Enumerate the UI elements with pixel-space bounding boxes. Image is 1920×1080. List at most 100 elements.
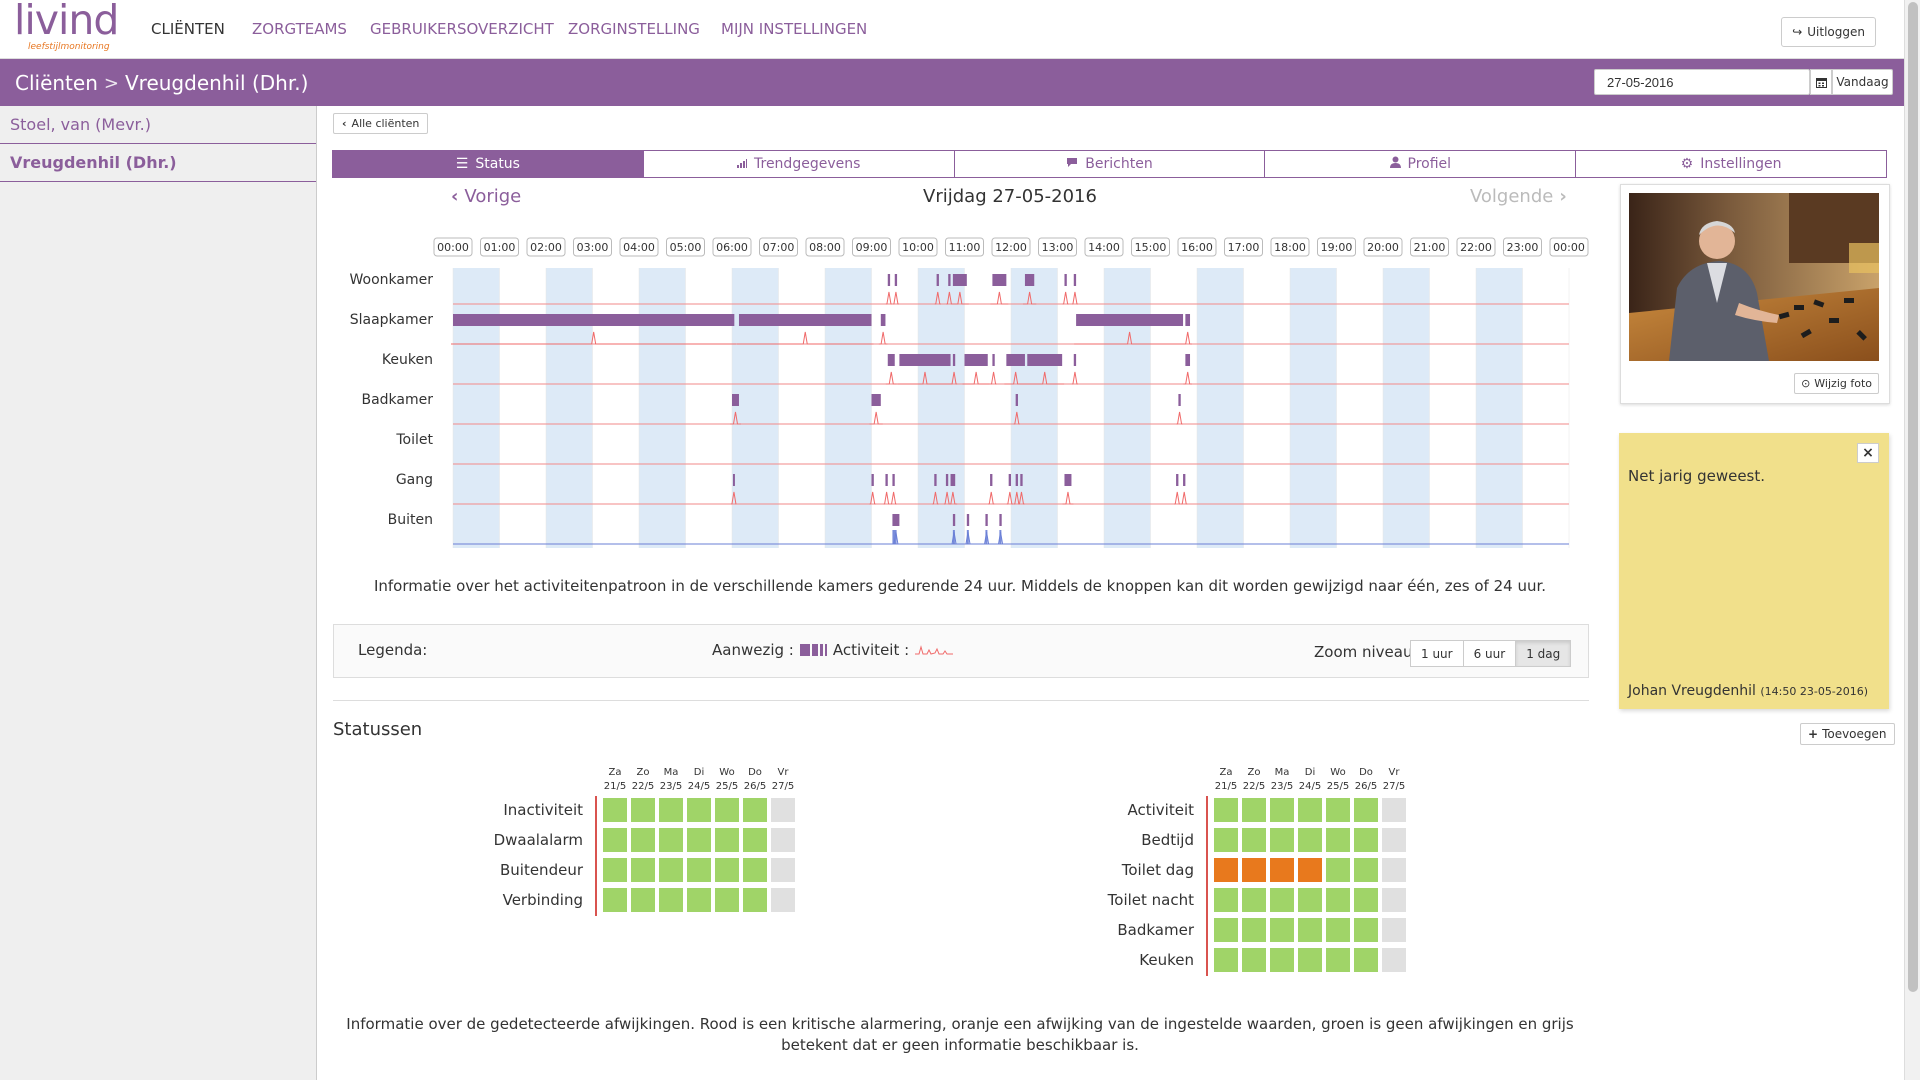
status-cell[interactable]: [715, 888, 739, 912]
status-cell[interactable]: [1214, 918, 1238, 942]
status-cell[interactable]: [687, 798, 711, 822]
next-day-link[interactable]: Volgende ›: [1470, 186, 1567, 207]
status-cell[interactable]: [659, 858, 683, 882]
nav-gebruikersoverzicht[interactable]: GEBRUIKERSOVERZICHT: [370, 20, 554, 38]
status-cell[interactable]: [1354, 858, 1378, 882]
status-cell[interactable]: [1326, 858, 1350, 882]
calendar-icon[interactable]: [1810, 69, 1832, 95]
zoom-1-uur-button[interactable]: 1 uur: [1410, 640, 1464, 667]
status-cell[interactable]: [1298, 828, 1322, 852]
status-cell[interactable]: [1382, 858, 1406, 882]
status-cell[interactable]: [771, 798, 795, 822]
status-cell[interactable]: [743, 798, 767, 822]
tab-berichten[interactable]: Berichten: [953, 150, 1266, 178]
status-cell[interactable]: [1354, 828, 1378, 852]
status-cell[interactable]: [743, 888, 767, 912]
status-cell[interactable]: [1214, 828, 1238, 852]
status-cell[interactable]: [1298, 918, 1322, 942]
status-cell[interactable]: [1354, 918, 1378, 942]
status-cell[interactable]: [1382, 948, 1406, 972]
status-cell[interactable]: [603, 828, 627, 852]
status-cell[interactable]: [631, 888, 655, 912]
status-cell[interactable]: [659, 798, 683, 822]
zoom-6-uur-button[interactable]: 6 uur: [1462, 640, 1517, 667]
status-cell[interactable]: [1242, 888, 1266, 912]
status-cell[interactable]: [743, 858, 767, 882]
sidebar-item-stoel[interactable]: Stoel, van (Mevr.): [0, 106, 316, 144]
status-cell[interactable]: [743, 828, 767, 852]
status-cell[interactable]: [1354, 948, 1378, 972]
status-cell[interactable]: [1326, 798, 1350, 822]
status-cell[interactable]: [1270, 828, 1294, 852]
nav-mijn-instellingen[interactable]: MIJN INSTELLINGEN: [721, 20, 867, 38]
status-cell[interactable]: [1326, 888, 1350, 912]
tab-instellingen[interactable]: ⚙ Instellingen: [1575, 150, 1887, 178]
status-cell[interactable]: [1382, 888, 1406, 912]
status-cell[interactable]: [631, 828, 655, 852]
tab-profiel[interactable]: Profiel: [1264, 150, 1577, 178]
sidebar-item-vreugdenhil[interactable]: Vreugdenhil (Dhr.): [0, 144, 316, 182]
status-cell[interactable]: [771, 858, 795, 882]
status-cell[interactable]: [603, 888, 627, 912]
status-cell[interactable]: [1242, 948, 1266, 972]
status-cell[interactable]: [1270, 858, 1294, 882]
status-cell[interactable]: [687, 888, 711, 912]
status-cell[interactable]: [603, 798, 627, 822]
status-cell[interactable]: [1214, 888, 1238, 912]
all-clients-button[interactable]: ‹ Alle cliënten: [333, 113, 429, 134]
edit-photo-button[interactable]: ⊙ Wijzig foto: [1794, 373, 1879, 394]
status-cell[interactable]: [1298, 858, 1322, 882]
status-cell[interactable]: [1382, 918, 1406, 942]
status-cell[interactable]: [1326, 828, 1350, 852]
status-cell[interactable]: [631, 798, 655, 822]
tab-status[interactable]: ☰ Status: [332, 150, 644, 178]
status-cell[interactable]: [1242, 858, 1266, 882]
status-cell[interactable]: [771, 828, 795, 852]
tab-trendgegevens[interactable]: Trendgegevens: [642, 150, 955, 178]
close-icon[interactable]: ×: [1857, 443, 1879, 463]
status-cell[interactable]: [1298, 948, 1322, 972]
page-scrollbar[interactable]: [1904, 0, 1920, 1080]
status-cell[interactable]: [1214, 858, 1238, 882]
date-input[interactable]: [1594, 69, 1810, 95]
status-cell[interactable]: [715, 858, 739, 882]
status-cell[interactable]: [1270, 918, 1294, 942]
add-note-button[interactable]: + Toevoegen: [1800, 723, 1895, 745]
zoom-1-dag-button[interactable]: 1 dag: [1515, 640, 1572, 667]
status-cell[interactable]: [1326, 918, 1350, 942]
status-cell[interactable]: [715, 798, 739, 822]
status-cell[interactable]: [1326, 948, 1350, 972]
nav-clienten[interactable]: CLIËNTEN: [151, 20, 225, 38]
status-cell[interactable]: [1298, 888, 1322, 912]
status-cell[interactable]: [1242, 828, 1266, 852]
status-cell[interactable]: [659, 828, 683, 852]
nav-zorginstelling[interactable]: ZORGINSTELLING: [568, 20, 700, 38]
status-cell[interactable]: [771, 888, 795, 912]
logout-button[interactable]: ↪ Uitloggen: [1781, 17, 1876, 47]
status-cell[interactable]: [1270, 948, 1294, 972]
status-cell[interactable]: [1354, 888, 1378, 912]
chevron-right-icon: >: [103, 72, 119, 94]
status-cell[interactable]: [1270, 798, 1294, 822]
status-cell[interactable]: [687, 858, 711, 882]
status-cell[interactable]: [1382, 828, 1406, 852]
status-cell[interactable]: [603, 858, 627, 882]
status-cell[interactable]: [687, 828, 711, 852]
status-cell[interactable]: [715, 828, 739, 852]
status-cell[interactable]: [1298, 798, 1322, 822]
nav-zorgteams[interactable]: ZORGTEAMS: [252, 20, 347, 38]
status-cell[interactable]: [1354, 798, 1378, 822]
status-cell[interactable]: [1270, 888, 1294, 912]
status-cell[interactable]: [659, 888, 683, 912]
scrollbar-thumb[interactable]: [1908, 2, 1918, 992]
status-cell[interactable]: [1242, 918, 1266, 942]
status-cell[interactable]: [631, 858, 655, 882]
today-button[interactable]: Vandaag: [1832, 69, 1893, 95]
previous-day-link[interactable]: ‹ Vorige: [451, 186, 521, 207]
status-cell[interactable]: [1382, 798, 1406, 822]
breadcrumb-root[interactable]: Cliënten: [15, 71, 98, 95]
status-cell[interactable]: [1242, 798, 1266, 822]
livind-logo[interactable]: livind leefstijlmonitoring: [14, 0, 132, 56]
status-cell[interactable]: [1214, 798, 1238, 822]
status-cell[interactable]: [1214, 948, 1238, 972]
